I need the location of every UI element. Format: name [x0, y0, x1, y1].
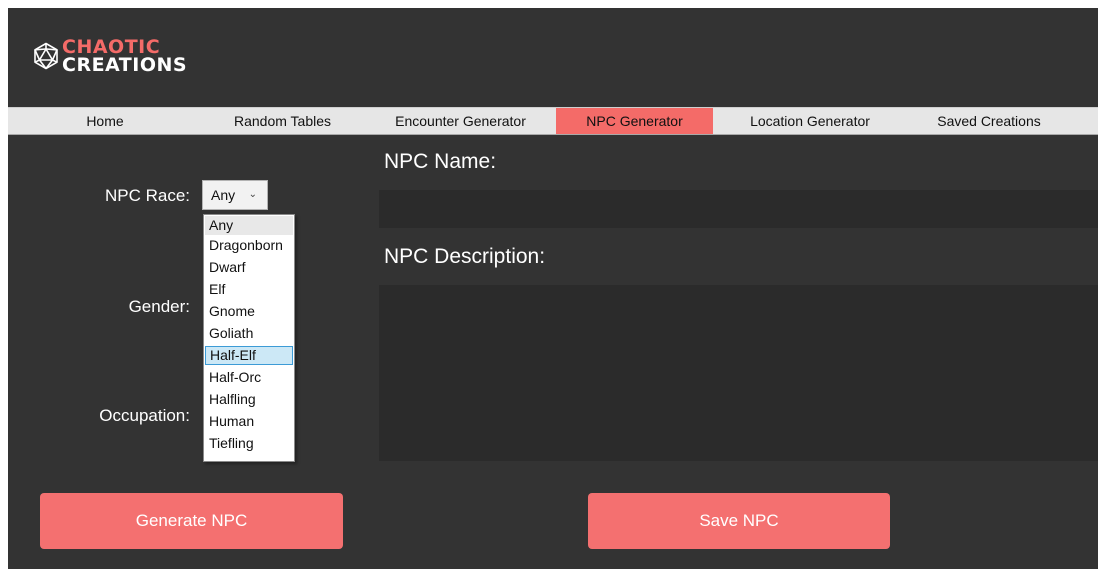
npc-description-label: NPC Description:	[384, 245, 546, 268]
nav-item-home[interactable]: Home	[8, 108, 202, 134]
race-option-goliath[interactable]: Goliath	[205, 324, 293, 343]
header: CHAOTIC CREATIONS	[8, 8, 1098, 107]
nav-item-random-tables[interactable]: Random Tables	[202, 108, 363, 134]
d20-icon	[34, 42, 58, 70]
npc-name-field[interactable]	[379, 190, 1098, 228]
occupation-label: Occupation:	[99, 406, 190, 425]
race-option-tiefling[interactable]: Tiefling	[205, 434, 293, 453]
race-option-any[interactable]: Any	[205, 216, 293, 235]
race-option-human[interactable]: Human	[205, 412, 293, 431]
race-option-dragonborn[interactable]: Dragonborn	[205, 236, 293, 255]
logo: CHAOTIC CREATIONS	[32, 38, 188, 76]
race-option-halfling[interactable]: Halfling	[205, 390, 293, 409]
nav-item-npc-generator[interactable]: NPC Generator	[556, 108, 713, 134]
race-option-elf[interactable]: Elf	[205, 280, 293, 299]
gender-label: Gender:	[128, 297, 190, 316]
chevron-down-icon: ⌄	[248, 189, 257, 200]
race-option-half-orc[interactable]: Half-Orc	[205, 368, 293, 387]
npc-name-label: NPC Name:	[384, 150, 497, 173]
race-option-half-elf[interactable]: Half-Elf	[205, 346, 293, 365]
race-dropdown-list: Any Dragonborn Dwarf Elf Gnome Goliath H…	[203, 214, 295, 462]
race-option-gnome[interactable]: Gnome	[205, 302, 293, 321]
logo-text-creations: CREATIONS	[62, 54, 188, 76]
npc-description-field[interactable]	[379, 285, 1098, 461]
app-window: CHAOTIC CREATIONS Home Random Tables Enc…	[8, 8, 1098, 569]
nav-item-location-generator[interactable]: Location Generator	[730, 108, 890, 134]
save-npc-button[interactable]: Save NPC	[588, 493, 890, 549]
nav-item-encounter-generator[interactable]: Encounter Generator	[378, 108, 543, 134]
race-option-dwarf[interactable]: Dwarf	[205, 258, 293, 277]
race-select[interactable]: Any ⌄	[202, 180, 268, 210]
generate-npc-button[interactable]: Generate NPC	[40, 493, 343, 549]
nav-item-saved-creations[interactable]: Saved Creations	[914, 108, 1064, 134]
logo-text: CHAOTIC CREATIONS	[62, 38, 188, 76]
race-label: NPC Race:	[104, 186, 190, 205]
race-select-value: Any	[211, 187, 236, 203]
nav-bar: Home Random Tables Encounter Generator N…	[8, 107, 1098, 135]
